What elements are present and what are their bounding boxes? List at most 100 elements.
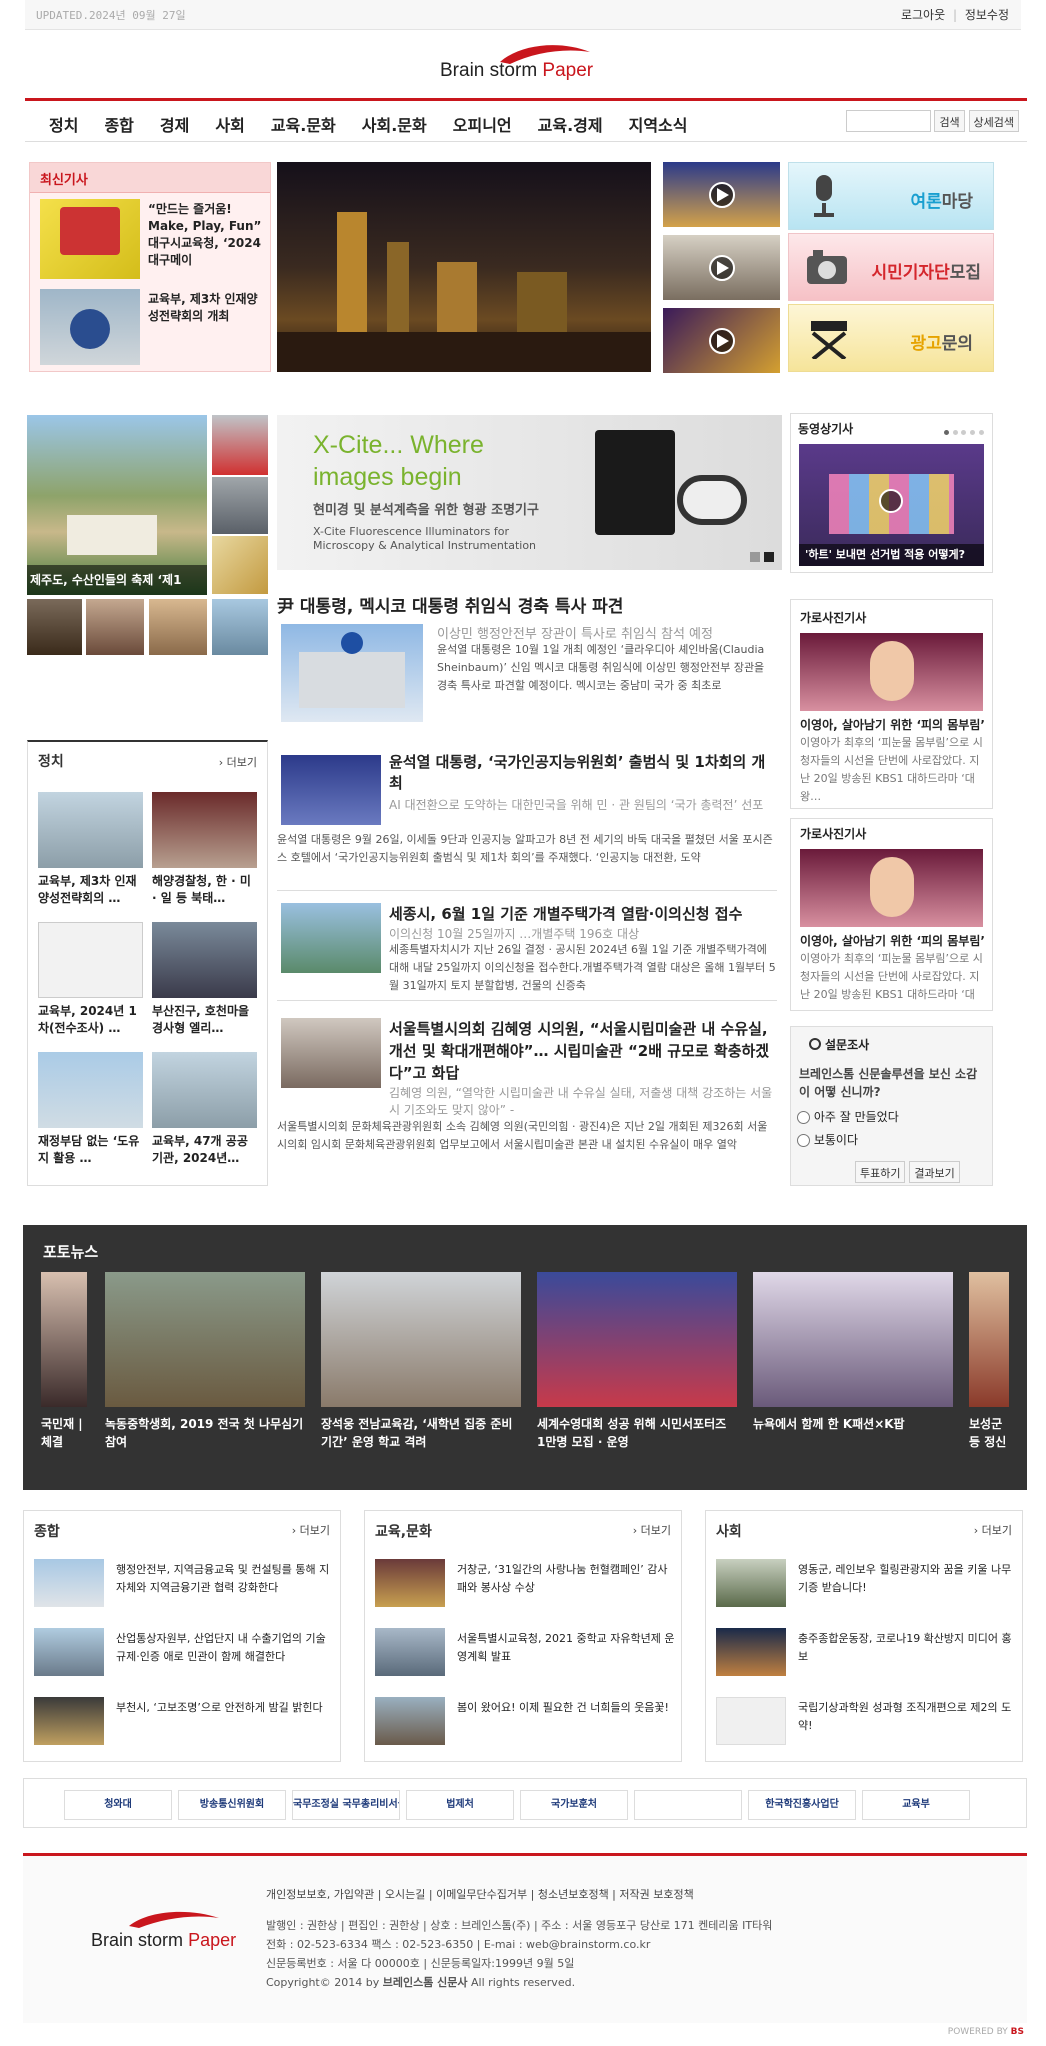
politics-item-2[interactable]: 해양경찰청, 한 · 미 · 일 등 북태… xyxy=(152,873,257,907)
photo-news-image-6[interactable] xyxy=(969,1272,1009,1407)
politics-thumb-6[interactable] xyxy=(152,1052,257,1128)
culture-item-3[interactable]: 봄이 왔어요! 이제 필요한 건 너희들의 웃음꽃! xyxy=(457,1699,675,1717)
menu-item[interactable]: 사회.문화 xyxy=(362,112,427,136)
general-thumb-1[interactable] xyxy=(34,1559,104,1607)
partner-logo[interactable] xyxy=(634,1790,742,1820)
footer-links[interactable]: 개인정보보호, 가입약관 | 오시는길 | 이메일무단수집거부 | 청소년보호정… xyxy=(266,1886,694,1902)
latest-item-2[interactable]: 교육부, 제3차 인재양성전략회의 개최 xyxy=(148,291,266,325)
site-logo[interactable]: Brain storm Paper xyxy=(440,40,620,88)
opinion-banner[interactable]: 여론마당 xyxy=(788,162,994,230)
poll-option-1[interactable]: 아주 잘 만들었다 xyxy=(797,1108,899,1125)
general-item-2[interactable]: 산업통상자원부, 산업단지 내 수출기업의 기술규제·인증 애로 민관이 함께 … xyxy=(116,1630,334,1666)
carousel-dots[interactable] xyxy=(943,424,984,438)
culture-thumb-2[interactable] xyxy=(375,1628,445,1676)
poll-option-2[interactable]: 보통이다 xyxy=(797,1131,858,1148)
latest-thumb-2[interactable] xyxy=(40,289,140,365)
feature-photo-main[interactable]: 제주도, 수산인들의 축제 ‘제1 xyxy=(27,415,207,595)
menu-item[interactable]: 경제 xyxy=(160,112,189,136)
politics-thumb-5[interactable] xyxy=(38,1052,143,1128)
search-button[interactable]: 검색 xyxy=(934,110,965,132)
photo-news-caption-6[interactable]: 보성군 등 정신 xyxy=(969,1415,1009,1455)
culture-item-1[interactable]: 거창군, ‘31일간의 사랑나눔 헌혈캠페인’ 감사패와 봉사상 수상 xyxy=(457,1561,675,1597)
menu-item[interactable]: 종합 xyxy=(104,112,133,136)
politics-thumb-2[interactable] xyxy=(152,792,257,868)
detail-search-button[interactable]: 상세검색 xyxy=(968,110,1019,132)
article-thumb-3[interactable] xyxy=(281,1018,381,1088)
partner-logo[interactable]: 법제처 xyxy=(406,1790,514,1820)
society-thumb-2[interactable] xyxy=(716,1628,786,1676)
society-item-1[interactable]: 영동군, 레인보우 힐링관광지와 꿈을 키울 나무기증 받습니다! xyxy=(798,1561,1016,1597)
article-thumb-1[interactable] xyxy=(281,755,381,825)
partner-logo[interactable]: 청와대 xyxy=(64,1790,172,1820)
latest-item-1[interactable]: “만드는 즐거움! Make, Play, Fun” 대구시교육청, ‘2024… xyxy=(148,201,266,269)
politics-thumb-3[interactable] xyxy=(38,922,143,998)
society-thumb-1[interactable] xyxy=(716,1559,786,1607)
main-visual-image[interactable] xyxy=(277,162,651,372)
video-thumb-3[interactable] xyxy=(663,308,780,373)
partner-logo[interactable]: 방송통신위원회 xyxy=(178,1790,286,1820)
politics-item-1[interactable]: 교육부, 제3차 인재양성전략회의 … xyxy=(38,873,143,907)
search-input[interactable] xyxy=(845,110,931,132)
photo-news-caption-4[interactable]: 세계수영대회 성공 위해 시민서포터즈 1만명 모집 · 운영 xyxy=(537,1415,737,1451)
video-thumb-1[interactable] xyxy=(663,162,780,227)
partner-logo[interactable]: 국무조정실 국무총리비서실 xyxy=(292,1790,400,1820)
photo-news-caption-2[interactable]: 녹동중학생회, 2019 전국 첫 나무심기 참여 xyxy=(105,1415,305,1451)
feature-thumb-d[interactable] xyxy=(27,599,82,655)
street-photo-caption-1[interactable]: 이영아, 살아남기 위한 ‘피의 몸부림’ xyxy=(800,716,985,733)
street-photo-image-2[interactable] xyxy=(800,849,983,927)
photo-news-caption-1[interactable]: 국민재 | 체결 xyxy=(41,1415,87,1455)
menu-item[interactable]: 교육.경제 xyxy=(538,112,603,136)
logout-link[interactable]: 로그아웃 xyxy=(901,8,945,22)
politics-more-link[interactable]: › 더보기 xyxy=(219,754,257,770)
politics-item-5[interactable]: 재정부담 없는 ‘도유지 활용 … xyxy=(38,1133,143,1167)
ad-inquiry-banner[interactable]: 광고문의 xyxy=(788,304,994,372)
partner-logo[interactable]: 한국학진흥사업단 xyxy=(748,1790,856,1820)
photo-news-caption-5[interactable]: 뉴욕에서 함께 한 K패션×K팝 xyxy=(753,1415,953,1433)
feature-thumb-c[interactable] xyxy=(212,536,268,594)
culture-item-2[interactable]: 서울특별시교육청, 2021 중학교 자유학년제 운영계획 발표 xyxy=(457,1630,675,1666)
menu-item[interactable]: 지역소식 xyxy=(629,112,688,136)
politics-thumb-4[interactable] xyxy=(152,922,257,998)
general-more-link[interactable]: › 더보기 xyxy=(292,1522,330,1538)
society-thumb-3[interactable] xyxy=(716,1697,786,1745)
article-title-1[interactable]: 윤석열 대통령, ‘국가인공지능위원회’ 출범식 및 1차회의 개최 xyxy=(389,752,777,794)
general-item-3[interactable]: 부천시, ‘고보조명’으로 안전하게 밤길 밝힌다 xyxy=(116,1699,334,1717)
photo-news-image-2[interactable] xyxy=(105,1272,305,1407)
street-photo-caption-2[interactable]: 이영아, 살아남기 위한 ‘피의 몸부림’ xyxy=(800,932,985,949)
headline-title[interactable]: 尹 대통령, 멕시코 대통령 취임식 경축 특사 파견 xyxy=(277,592,623,617)
menu-item[interactable]: 정치 xyxy=(49,112,78,136)
poll-result-button[interactable]: 결과보기 xyxy=(909,1161,960,1183)
general-thumb-3[interactable] xyxy=(34,1697,104,1745)
menu-item[interactable]: 오피니언 xyxy=(453,112,512,136)
photo-news-image-1[interactable] xyxy=(41,1272,87,1407)
photo-news-image-4[interactable] xyxy=(537,1272,737,1407)
society-more-link[interactable]: › 더보기 xyxy=(974,1522,1012,1538)
photo-news-caption-3[interactable]: 장석웅 전남교육감, ‘새학년 집중 준비기간’ 운영 학교 격려 xyxy=(321,1415,521,1451)
partner-logo[interactable]: 국가보훈처 xyxy=(520,1790,628,1820)
society-item-3[interactable]: 국립기상과학원 성과형 조직개편으로 제2의 도약! xyxy=(798,1699,1016,1735)
feature-thumb-e[interactable] xyxy=(86,599,144,655)
menu-item[interactable]: 교육.문화 xyxy=(271,112,336,136)
xcite-ad-banner[interactable]: X-Cite... Where images begin 현미경 및 분석계측을… xyxy=(277,415,782,570)
headline-thumb[interactable] xyxy=(281,624,423,722)
society-item-2[interactable]: 충주종합운동장, 코로나19 확산방지 미디어 홍보 xyxy=(798,1630,1016,1666)
feature-thumb-f[interactable] xyxy=(149,599,207,655)
culture-thumb-1[interactable] xyxy=(375,1559,445,1607)
culture-more-link[interactable]: › 더보기 xyxy=(633,1522,671,1538)
photo-news-image-3[interactable] xyxy=(321,1272,521,1407)
street-photo-image-1[interactable] xyxy=(800,633,983,711)
video-thumb-2[interactable] xyxy=(663,235,780,300)
menu-item[interactable]: 사회 xyxy=(215,112,244,136)
poll-radio-2[interactable] xyxy=(797,1134,810,1147)
poll-radio-1[interactable] xyxy=(797,1111,810,1124)
general-thumb-2[interactable] xyxy=(34,1628,104,1676)
politics-item-6[interactable]: 교육부, 47개 공공기관, 2024년… xyxy=(152,1133,257,1167)
photo-news-image-5[interactable] xyxy=(753,1272,953,1407)
feature-thumb-b[interactable] xyxy=(212,477,268,534)
article-title-2[interactable]: 세종시, 6월 1일 기준 개별주택가격 열람·이의신청 접수 xyxy=(389,903,777,924)
politics-item-4[interactable]: 부산진구, 호천마을 경사형 엘리… xyxy=(152,1003,257,1037)
article-thumb-2[interactable] xyxy=(281,903,381,973)
general-item-1[interactable]: 행정안전부, 지역금융교육 및 컨설팅를 통해 지자체와 지역금융기관 협력 강… xyxy=(116,1561,334,1597)
culture-thumb-3[interactable] xyxy=(375,1697,445,1745)
info-edit-link[interactable]: 정보수정 xyxy=(965,8,1009,22)
